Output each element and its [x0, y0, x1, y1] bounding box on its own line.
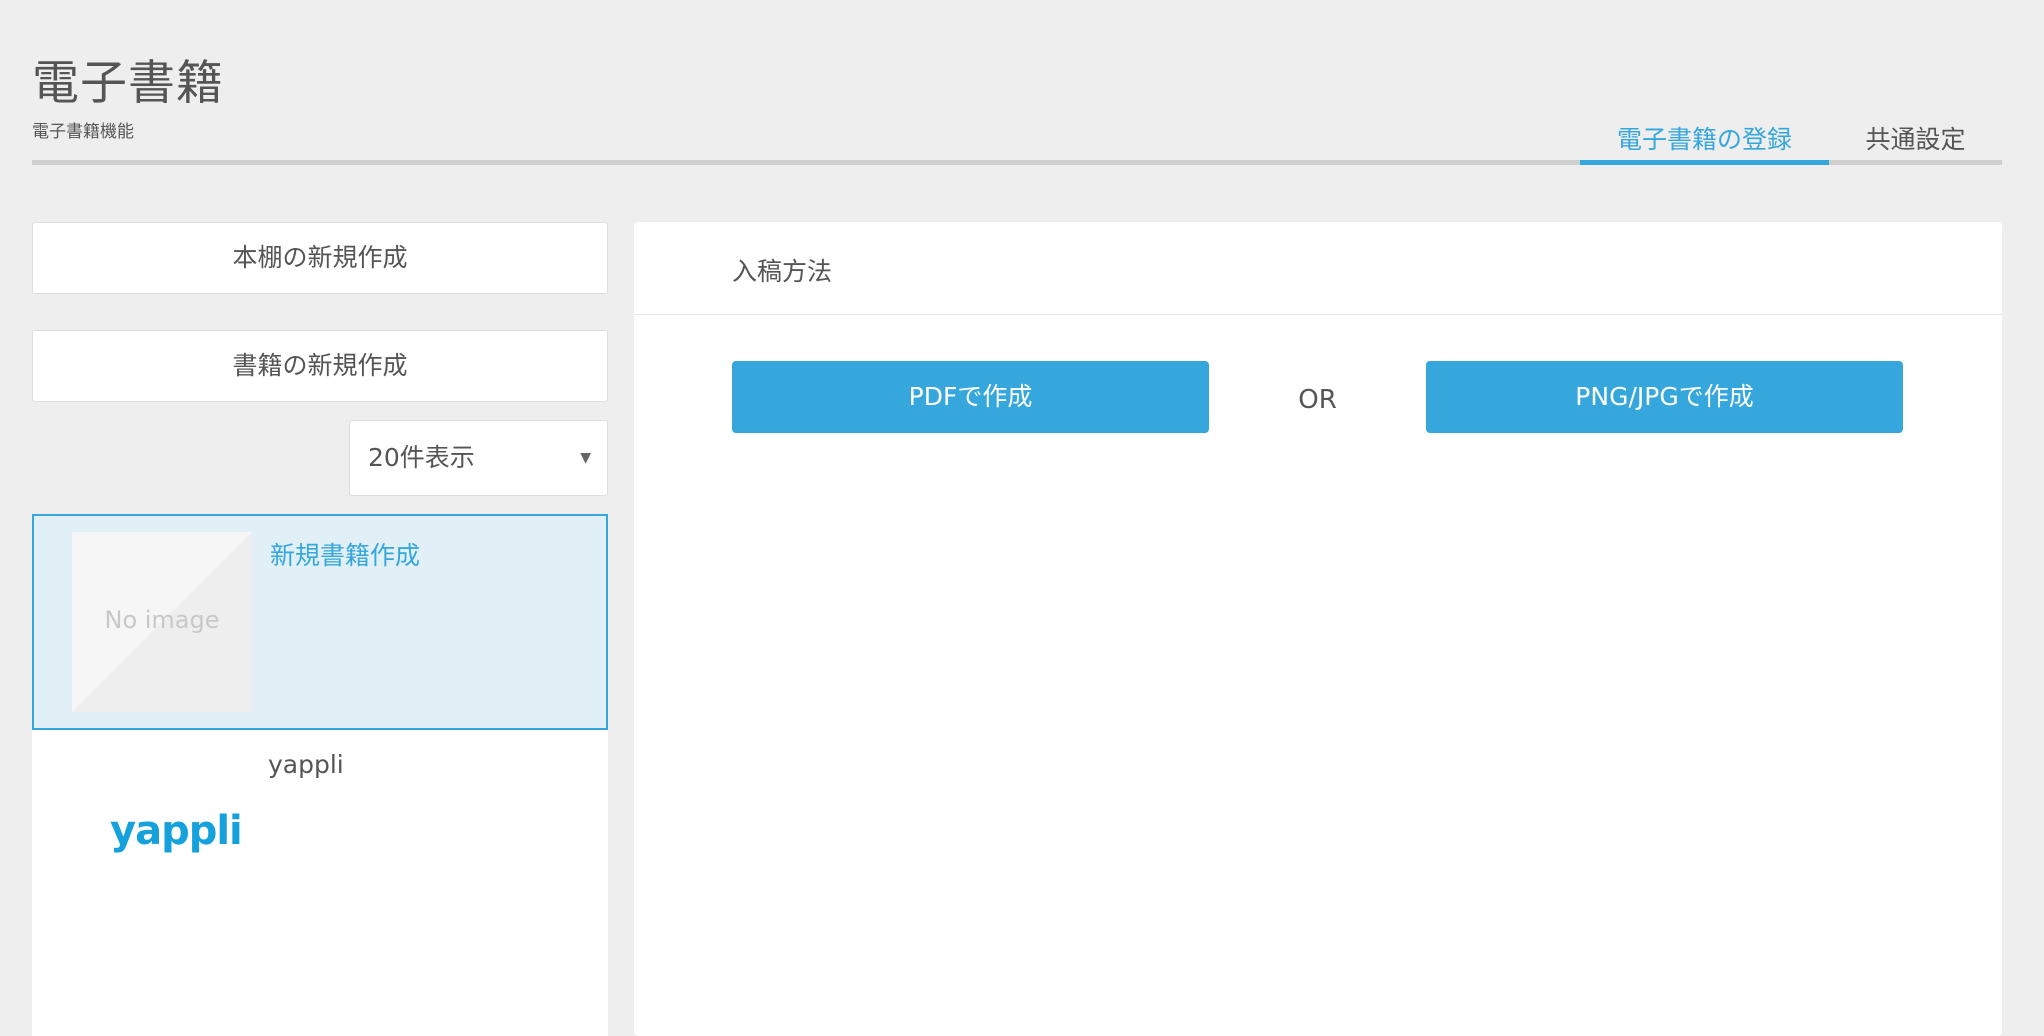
tab-common-settings[interactable]: 共通設定: [1829, 118, 2002, 165]
list-item-yappli[interactable]: yappli yappli: [32, 730, 608, 1036]
no-image-label: No image: [104, 606, 220, 634]
list-item-new-book[interactable]: No image 新規書籍作成: [32, 514, 608, 730]
create-from-images-button[interactable]: PNG/JPGで作成: [1426, 361, 1903, 433]
tab-ebook-register[interactable]: 電子書籍の登録: [1580, 118, 1829, 165]
list-item-title: yappli: [268, 750, 344, 779]
list-item-title: 新規書籍作成: [270, 541, 421, 570]
chevron-down-icon: ▼: [580, 450, 591, 466]
panel-divider: [634, 314, 2002, 315]
book-thumbnail-placeholder: No image: [72, 532, 252, 712]
panel-heading: 入稿方法: [732, 257, 833, 286]
submission-method-panel: 入稿方法 PDFで作成 OR PNG/JPGで作成: [634, 222, 2002, 1036]
yappli-logo: yappli: [110, 808, 243, 854]
create-from-pdf-button[interactable]: PDFで作成: [732, 361, 1209, 433]
page-size-select-value: 20件表示: [368, 443, 475, 472]
or-separator: OR: [1298, 385, 1337, 415]
new-book-button[interactable]: 書籍の新規作成: [32, 330, 608, 402]
new-shelf-button[interactable]: 本棚の新規作成: [32, 222, 608, 294]
page-subtitle: 電子書籍機能: [32, 122, 134, 142]
page: 電子書籍 電子書籍機能 電子書籍の登録 共通設定 本棚の新規作成 書籍の新規作成…: [0, 0, 2044, 1036]
page-title: 電子書籍: [32, 56, 224, 111]
book-list: No image 新規書籍作成 yappli yappli: [32, 514, 608, 1036]
page-size-select[interactable]: 20件表示 ▼: [349, 420, 608, 496]
